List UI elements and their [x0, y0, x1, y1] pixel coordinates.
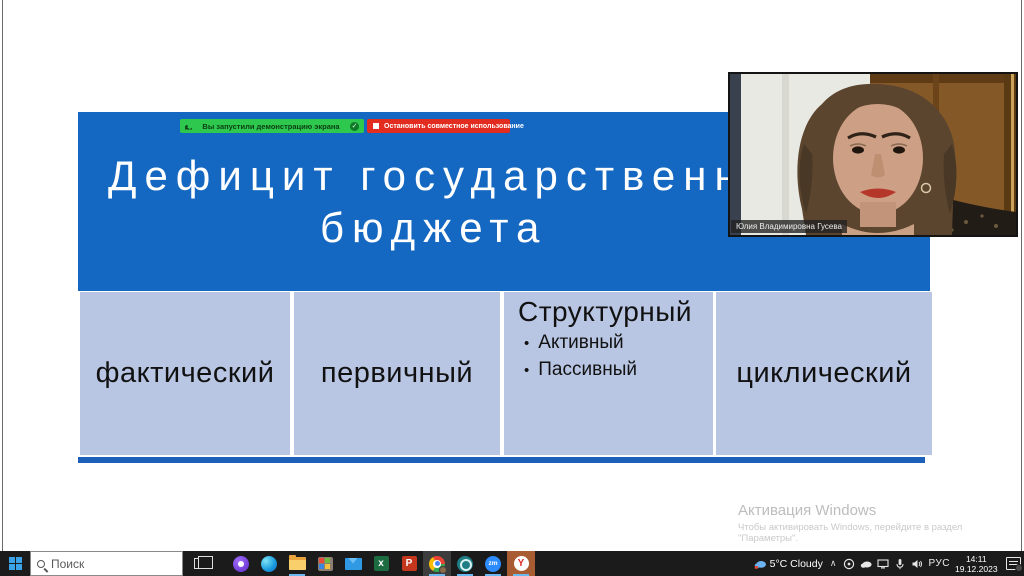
- file-explorer-icon: [289, 557, 306, 570]
- webcam-video-tile[interactable]: Юлия Владимировна Гусева: [728, 72, 1018, 237]
- cell-label: первичный: [321, 357, 473, 390]
- weather-cloud-icon: [754, 558, 766, 570]
- app-file-explorer[interactable]: [283, 551, 311, 576]
- edge-icon: [261, 556, 277, 572]
- slide-accent-line: [78, 457, 925, 463]
- mail-icon: [345, 558, 362, 570]
- app-chrome[interactable]: [423, 551, 451, 576]
- window-right-border: [1021, 0, 1022, 551]
- pinned-apps: x P zm Y: [227, 551, 535, 576]
- app-powerpoint[interactable]: P: [395, 551, 423, 576]
- start-button[interactable]: [0, 551, 30, 576]
- slide-title-line2: бюджета: [320, 204, 547, 252]
- stop-sharing-button[interactable]: Остановить совместное использование: [367, 119, 510, 133]
- volume-icon[interactable]: [911, 558, 923, 570]
- table-cell-tsiklichesky: циклический: [716, 292, 932, 455]
- speaker-icon: [911, 558, 923, 570]
- webcam-video-frame: [730, 74, 1016, 235]
- desktop-screen: Вы запустили демонстрацию экрана ✓ Остан…: [0, 0, 1024, 576]
- app-alice[interactable]: [227, 551, 255, 576]
- windows-activation-watermark: Активация Windows Чтобы активировать Win…: [738, 502, 990, 544]
- app-edge[interactable]: [255, 551, 283, 576]
- bullet-item: Пассивный: [518, 358, 713, 382]
- screen-share-bar: Вы запустили демонстрацию экрана ✓ Остан…: [180, 119, 510, 133]
- weather-widget[interactable]: 5°C Cloudy: [754, 558, 823, 570]
- task-view-icon: [194, 558, 207, 569]
- cell-heading: Структурный: [518, 296, 713, 328]
- app-excel[interactable]: x: [367, 551, 395, 576]
- notification-center-button[interactable]: [1006, 557, 1021, 570]
- microphone-icon: [185, 123, 192, 130]
- taskbar-clock[interactable]: 14:11 19.12.2023: [955, 554, 1001, 574]
- app-mail[interactable]: [339, 551, 367, 576]
- tray-circle-icon: [843, 558, 855, 570]
- table-cell-pervichny: первичный: [294, 292, 500, 455]
- app-zoom[interactable]: zm: [479, 551, 507, 576]
- language-indicator[interactable]: РУС: [928, 558, 950, 569]
- display-icon[interactable]: [877, 558, 889, 570]
- taskbar-search[interactable]: [30, 551, 183, 576]
- chrome-profile-badge: [439, 566, 447, 574]
- share-status-text: Вы запустили демонстрацию экрана: [202, 122, 339, 131]
- shield-check-icon: ✓: [350, 122, 359, 131]
- notification-badge: [1015, 564, 1023, 572]
- table-cell-fakticheskiy: фактический: [80, 292, 290, 455]
- cell-label: циклический: [736, 357, 911, 390]
- windows-logo-icon: [9, 557, 22, 570]
- clock-date: 19.12.2023: [955, 564, 998, 574]
- app-yandex-browser[interactable]: Y: [507, 551, 535, 576]
- search-input[interactable]: [51, 557, 161, 571]
- onedrive-icon[interactable]: [860, 558, 872, 570]
- mic-icon: [894, 558, 906, 570]
- taskbar: x P zm Y 5°C Cloudy ∧: [0, 551, 1024, 576]
- slide-title-line1: Дефицит государственного: [108, 152, 831, 200]
- microsoft-store-icon: [318, 557, 333, 571]
- stop-sharing-label: Остановить совместное использование: [384, 123, 524, 130]
- app-screen-tool[interactable]: [451, 551, 479, 576]
- watermark-subtitle: Чтобы активировать Windows, перейдите в …: [738, 522, 990, 544]
- chrome-icon: [429, 556, 445, 572]
- stop-icon: [373, 123, 379, 129]
- app-microsoft-store[interactable]: [311, 551, 339, 576]
- window-left-border: [2, 0, 3, 551]
- system-tray: 5°C Cloudy ∧: [754, 551, 1021, 576]
- microphone-tray-icon[interactable]: [894, 558, 906, 570]
- excel-icon: x: [374, 556, 389, 571]
- search-icon: [37, 560, 45, 568]
- powerpoint-icon: P: [402, 556, 417, 571]
- tray-app-icon[interactable]: [843, 558, 855, 570]
- yandex-browser-icon: Y: [514, 556, 529, 571]
- notification-icon: [1006, 557, 1021, 570]
- watermark-title: Активация Windows: [738, 502, 990, 519]
- bullet-item: Активный: [518, 331, 713, 355]
- cell-label: фактический: [96, 357, 275, 390]
- weather-label: 5°C Cloudy: [770, 558, 823, 570]
- participant-name-label: Юлия Владимировна Гусева: [731, 220, 847, 233]
- alice-icon: [233, 556, 249, 572]
- monitor-icon: [877, 558, 889, 570]
- zoom-icon: zm: [485, 556, 501, 572]
- cloud-icon: [860, 558, 872, 570]
- task-view-button[interactable]: [187, 551, 213, 576]
- hidden-icons-chevron[interactable]: ∧: [830, 558, 837, 569]
- clock-time: 14:11: [955, 554, 998, 564]
- share-status-pill: Вы запустили демонстрацию экрана ✓: [180, 119, 364, 133]
- screen-tool-icon: [457, 556, 473, 572]
- table-cell-strukturny: Структурный Активный Пассивный: [504, 292, 713, 455]
